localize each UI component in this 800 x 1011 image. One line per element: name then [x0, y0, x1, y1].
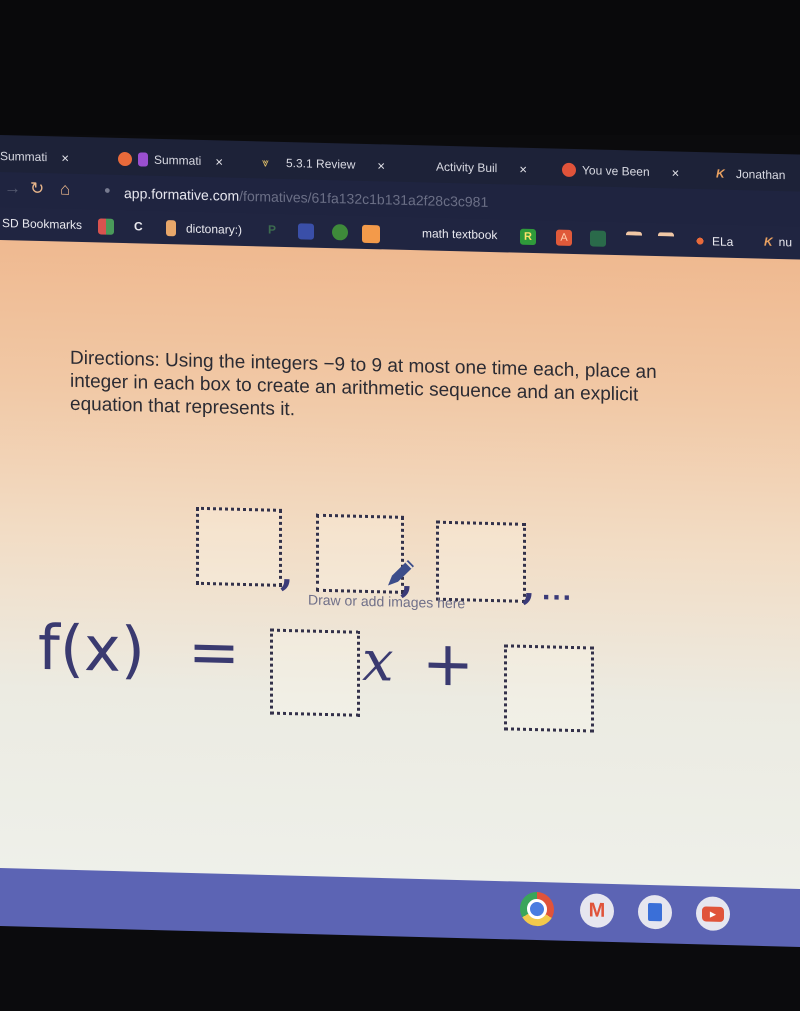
- dots-favicon: [692, 232, 708, 250]
- comma: ,: [522, 562, 536, 609]
- tab-label: Jonathan: [736, 166, 786, 183]
- ellipsis: ...: [542, 573, 574, 608]
- sequence-box-3[interactable]: [436, 520, 526, 603]
- tab-review[interactable]: ⩔ 5.3.1 Review ×: [262, 149, 385, 178]
- monitor-bezel: [0, 0, 800, 135]
- slope-box[interactable]: [270, 628, 360, 717]
- doc-favicon: [298, 223, 314, 240]
- tab-activity-builder[interactable]: Activity Buil ×: [436, 154, 527, 182]
- bookmark-r[interactable]: R: [520, 228, 536, 246]
- record-icon: [562, 162, 576, 178]
- bookmark-docs[interactable]: [298, 223, 314, 240]
- close-icon[interactable]: ×: [377, 158, 385, 173]
- bookmark-label: SD Bookmarks: [2, 216, 83, 233]
- youtube-icon[interactable]: ▶: [696, 896, 730, 932]
- forward-icon[interactable]: →: [4, 178, 21, 198]
- bookmark-favicon: A: [556, 229, 572, 246]
- docs-icon[interactable]: [638, 894, 672, 930]
- chrome-icon[interactable]: [520, 891, 554, 927]
- tab-youve-been[interactable]: You ve Been ×: [562, 157, 679, 186]
- plus-sign: +: [422, 626, 474, 701]
- intercept-box[interactable]: [504, 644, 594, 733]
- bookmark-label: P: [268, 222, 277, 237]
- close-icon[interactable]: ×: [61, 150, 69, 165]
- draw-hint: Draw or add images here: [308, 591, 466, 612]
- address-bar[interactable]: app.formative.com/formatives/61fa132c1b1…: [124, 185, 488, 210]
- function-label: f(x): [38, 610, 145, 687]
- bookmark-sd-bookmarks[interactable]: SD Bookmarks: [2, 216, 82, 232]
- bookmark-c[interactable]: C: [134, 219, 143, 233]
- pencil-icon[interactable]: [382, 555, 418, 592]
- bookmark-math-textbook[interactable]: math textbook: [422, 226, 497, 242]
- bookmark-orange[interactable]: [362, 224, 380, 244]
- bookmark-label: math textbook: [422, 226, 498, 243]
- bookmark-classroom[interactable]: [332, 224, 348, 241]
- table-favicon: [658, 232, 674, 245]
- bookmark-label: nu: [778, 235, 793, 250]
- bookmark-table-1[interactable]: [626, 231, 642, 244]
- bookmark-nu[interactable]: Knu: [764, 235, 792, 250]
- tab-label: Summati: [0, 149, 48, 165]
- tab-label: Activity Buil: [436, 159, 498, 176]
- bookmark-favicon: [362, 224, 380, 244]
- gmail-icon[interactable]: M: [580, 893, 614, 929]
- url-domain: app.formative.com: [124, 185, 240, 204]
- bookmark-1[interactable]: [98, 218, 114, 235]
- bookmark-logo-icon: ⩔: [262, 155, 269, 170]
- question-directions: Directions: Using the integers −9 to 9 a…: [70, 347, 657, 421]
- tab-label: 5.3.1 Review: [286, 155, 356, 172]
- formative-icon: [118, 151, 132, 167]
- k-icon: K: [716, 166, 725, 181]
- variable-x: x: [362, 628, 394, 695]
- tab-summative-2[interactable]: Summati ×: [118, 146, 223, 175]
- equals-sign: =: [188, 614, 240, 689]
- sequence-box-1[interactable]: [196, 506, 282, 587]
- bookmark-favicon: R: [520, 228, 536, 246]
- bookmark-label: C: [134, 219, 143, 234]
- person-favicon: [590, 230, 606, 247]
- tab-label: You ve Been: [582, 163, 650, 179]
- close-icon[interactable]: ×: [215, 154, 223, 169]
- tab-summative-1[interactable]: Summati ×: [0, 143, 69, 171]
- bookmark-p[interactable]: P: [268, 223, 276, 237]
- close-icon[interactable]: ×: [519, 161, 527, 176]
- formative-question-page: Directions: Using the integers −9 to 9 a…: [0, 240, 800, 900]
- lock-icon: ●: [104, 184, 111, 197]
- bookmark-a[interactable]: A: [556, 229, 572, 246]
- tab-label: Summati: [154, 152, 202, 168]
- photo-of-screen: Summati × Summati × ⩔ 5.3.1 Review × Act…: [0, 0, 800, 1011]
- close-icon[interactable]: ×: [672, 165, 680, 180]
- k-icon: K: [764, 234, 773, 249]
- bookmark-favicon: [166, 220, 176, 237]
- shield-favicon: [332, 224, 348, 241]
- home-icon[interactable]: ⌂: [60, 179, 70, 199]
- url-path: /formatives/61fa132c1b131a2f28c3c981: [239, 187, 489, 210]
- bookmark-label: ELa: [712, 234, 734, 249]
- bookmark-favicon: [98, 218, 114, 235]
- tab-jonathan[interactable]: K Jonathan: [716, 160, 785, 188]
- emoji-icon: [138, 152, 148, 167]
- bookmark-classroom-2[interactable]: [590, 230, 606, 247]
- bookmark-dictionary[interactable]: dictonary:): [166, 220, 242, 238]
- table-favicon: [626, 231, 642, 244]
- bookmark-label: dictonary:): [186, 221, 243, 237]
- reload-icon[interactable]: ↻: [30, 179, 44, 199]
- bookmark-table-2[interactable]: [658, 232, 674, 245]
- comma: ,: [280, 548, 294, 595]
- bookmark-ela[interactable]: ELa: [692, 232, 734, 250]
